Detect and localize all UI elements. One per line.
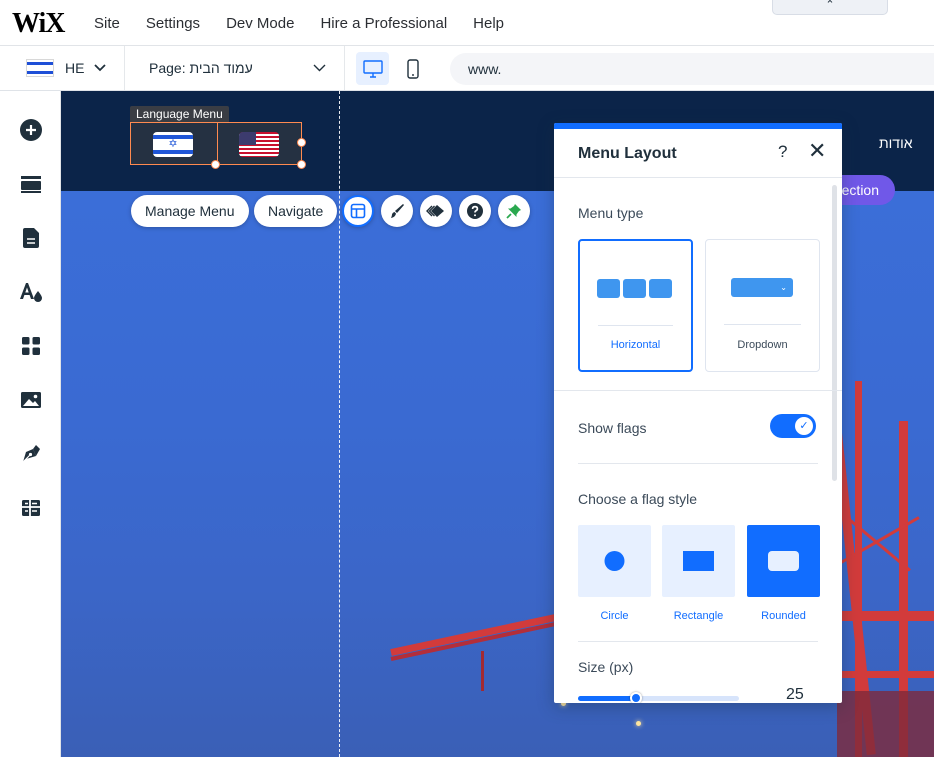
rectangle-shape-icon	[683, 551, 714, 571]
flag-style-rounded[interactable]	[747, 525, 820, 597]
mobile-view-button[interactable]	[396, 52, 429, 85]
menu-dev-mode[interactable]: Dev Mode	[226, 15, 294, 32]
desktop-icon	[362, 59, 383, 78]
manage-menu-button[interactable]: Manage Menu	[131, 195, 249, 227]
cms-button[interactable]	[18, 495, 44, 521]
apps-icon	[22, 337, 40, 355]
resize-handle-bottom-right[interactable]	[297, 160, 306, 169]
flag-style-circle-label: Circle	[600, 610, 629, 622]
chevron-up-icon: ⌃	[825, 0, 835, 11]
size-slider-handle[interactable]	[630, 692, 642, 703]
flag-style-circle[interactable]	[578, 525, 651, 597]
chevron-down-icon	[313, 59, 326, 75]
flag-style-rounded-label: Rounded	[761, 610, 806, 622]
add-icon	[20, 119, 42, 141]
menu-type-horizontal[interactable]: Horizontal	[578, 239, 693, 372]
section-button-label: ection	[841, 182, 879, 198]
check-icon: ✓	[795, 417, 813, 435]
flag-style-rectangle-label: Rectangle	[673, 610, 724, 622]
blog-button[interactable]	[18, 441, 44, 467]
panel-scrollbar[interactable]	[832, 185, 837, 481]
add-elements-button[interactable]	[18, 117, 44, 143]
size-slider-fill	[578, 696, 636, 701]
chevron-down-icon: ⌄	[731, 278, 793, 297]
resize-handle-bottom[interactable]	[211, 160, 220, 169]
mobile-icon	[406, 58, 419, 79]
circle-shape-icon	[604, 551, 625, 571]
top-menu-bar: WiX Site Settings Dev Mode Hire a Profes…	[0, 0, 934, 46]
menu-type-dropdown[interactable]: ⌄ Dropdown	[705, 239, 820, 372]
site-design-button[interactable]	[18, 279, 44, 305]
pages-icon	[23, 228, 39, 248]
add-apps-button[interactable]	[18, 333, 44, 359]
language-selector[interactable]: HE	[0, 46, 125, 90]
panel-title: Menu Layout	[578, 145, 677, 162]
element-tag-label: Language Menu	[130, 106, 229, 122]
desktop-view-button[interactable]	[356, 52, 389, 85]
collapse-toolbar-button[interactable]: ⌃	[772, 0, 888, 15]
menu-layout-panel: Menu Layout ? ✕ Menu type Horizontal ⌄ D…	[554, 123, 842, 703]
menu-type-label: Menu type	[578, 205, 644, 221]
show-flags-toggle[interactable]: ✓	[770, 414, 816, 438]
flag-style-rectangle[interactable]	[662, 525, 735, 597]
pages-button[interactable]	[18, 225, 44, 251]
element-action-bar-2: Navigate	[254, 195, 338, 227]
add-section-button[interactable]	[18, 171, 44, 197]
top-menu: Site Settings Dev Mode Hire a Profession…	[94, 0, 530, 46]
pin-icon	[506, 204, 521, 219]
animation-icon	[426, 205, 444, 217]
size-label: Size (px)	[578, 659, 634, 675]
resize-handle-right[interactable]	[297, 138, 306, 147]
page-selector[interactable]: Page: עמוד הבית	[125, 46, 345, 90]
navigate-button[interactable]: Navigate	[254, 195, 338, 227]
pin-button[interactable]	[498, 195, 530, 227]
sections-icon	[21, 176, 41, 193]
help-icon	[467, 203, 483, 219]
language-menu-element[interactable]: ✡	[130, 122, 302, 165]
design-button[interactable]	[381, 195, 413, 227]
menu-type-dropdown-label: Dropdown	[737, 339, 788, 351]
panel-close-button[interactable]: ✕	[808, 140, 826, 162]
israel-flag-icon[interactable]: ✡	[153, 132, 193, 157]
menu-type-horizontal-label: Horizontal	[610, 339, 661, 351]
menu-site[interactable]: Site	[94, 15, 120, 32]
layout-button[interactable]	[342, 195, 374, 227]
cms-icon	[22, 500, 40, 516]
menu-help[interactable]: Help	[473, 15, 504, 32]
nav-item-about[interactable]: אודות	[879, 135, 913, 151]
editor-toolbar: HE Page: עמוד הבית www.	[0, 46, 934, 91]
pen-icon	[22, 445, 40, 463]
page-guide-line	[339, 91, 340, 757]
media-button[interactable]	[18, 387, 44, 413]
layout-icon	[350, 203, 366, 219]
panel-help-button[interactable]: ?	[778, 142, 787, 162]
brush-icon	[391, 204, 404, 218]
language-code: HE	[65, 60, 85, 76]
media-icon	[21, 392, 41, 408]
element-action-bar: Manage Menu	[131, 195, 249, 227]
site-url: www.	[468, 61, 502, 77]
help-button[interactable]	[459, 195, 491, 227]
show-flags-label: Show flags	[578, 420, 647, 436]
page-label: Page: עמוד הבית	[149, 60, 253, 76]
animation-button[interactable]	[420, 195, 452, 227]
menu-hire-professional[interactable]: Hire a Professional	[320, 15, 447, 32]
israel-flag-icon	[26, 59, 54, 77]
chevron-down-icon	[94, 61, 107, 75]
rounded-shape-icon	[768, 551, 799, 571]
left-sidebar	[0, 91, 61, 757]
flag-style-label: Choose a flag style	[578, 491, 698, 507]
size-value[interactable]: 25	[786, 686, 804, 703]
design-icon	[20, 283, 42, 302]
menu-settings[interactable]: Settings	[146, 15, 200, 32]
site-url-bar[interactable]: www.	[450, 53, 934, 85]
us-flag-icon[interactable]	[239, 132, 279, 157]
wix-logo[interactable]: WiX	[12, 8, 65, 40]
